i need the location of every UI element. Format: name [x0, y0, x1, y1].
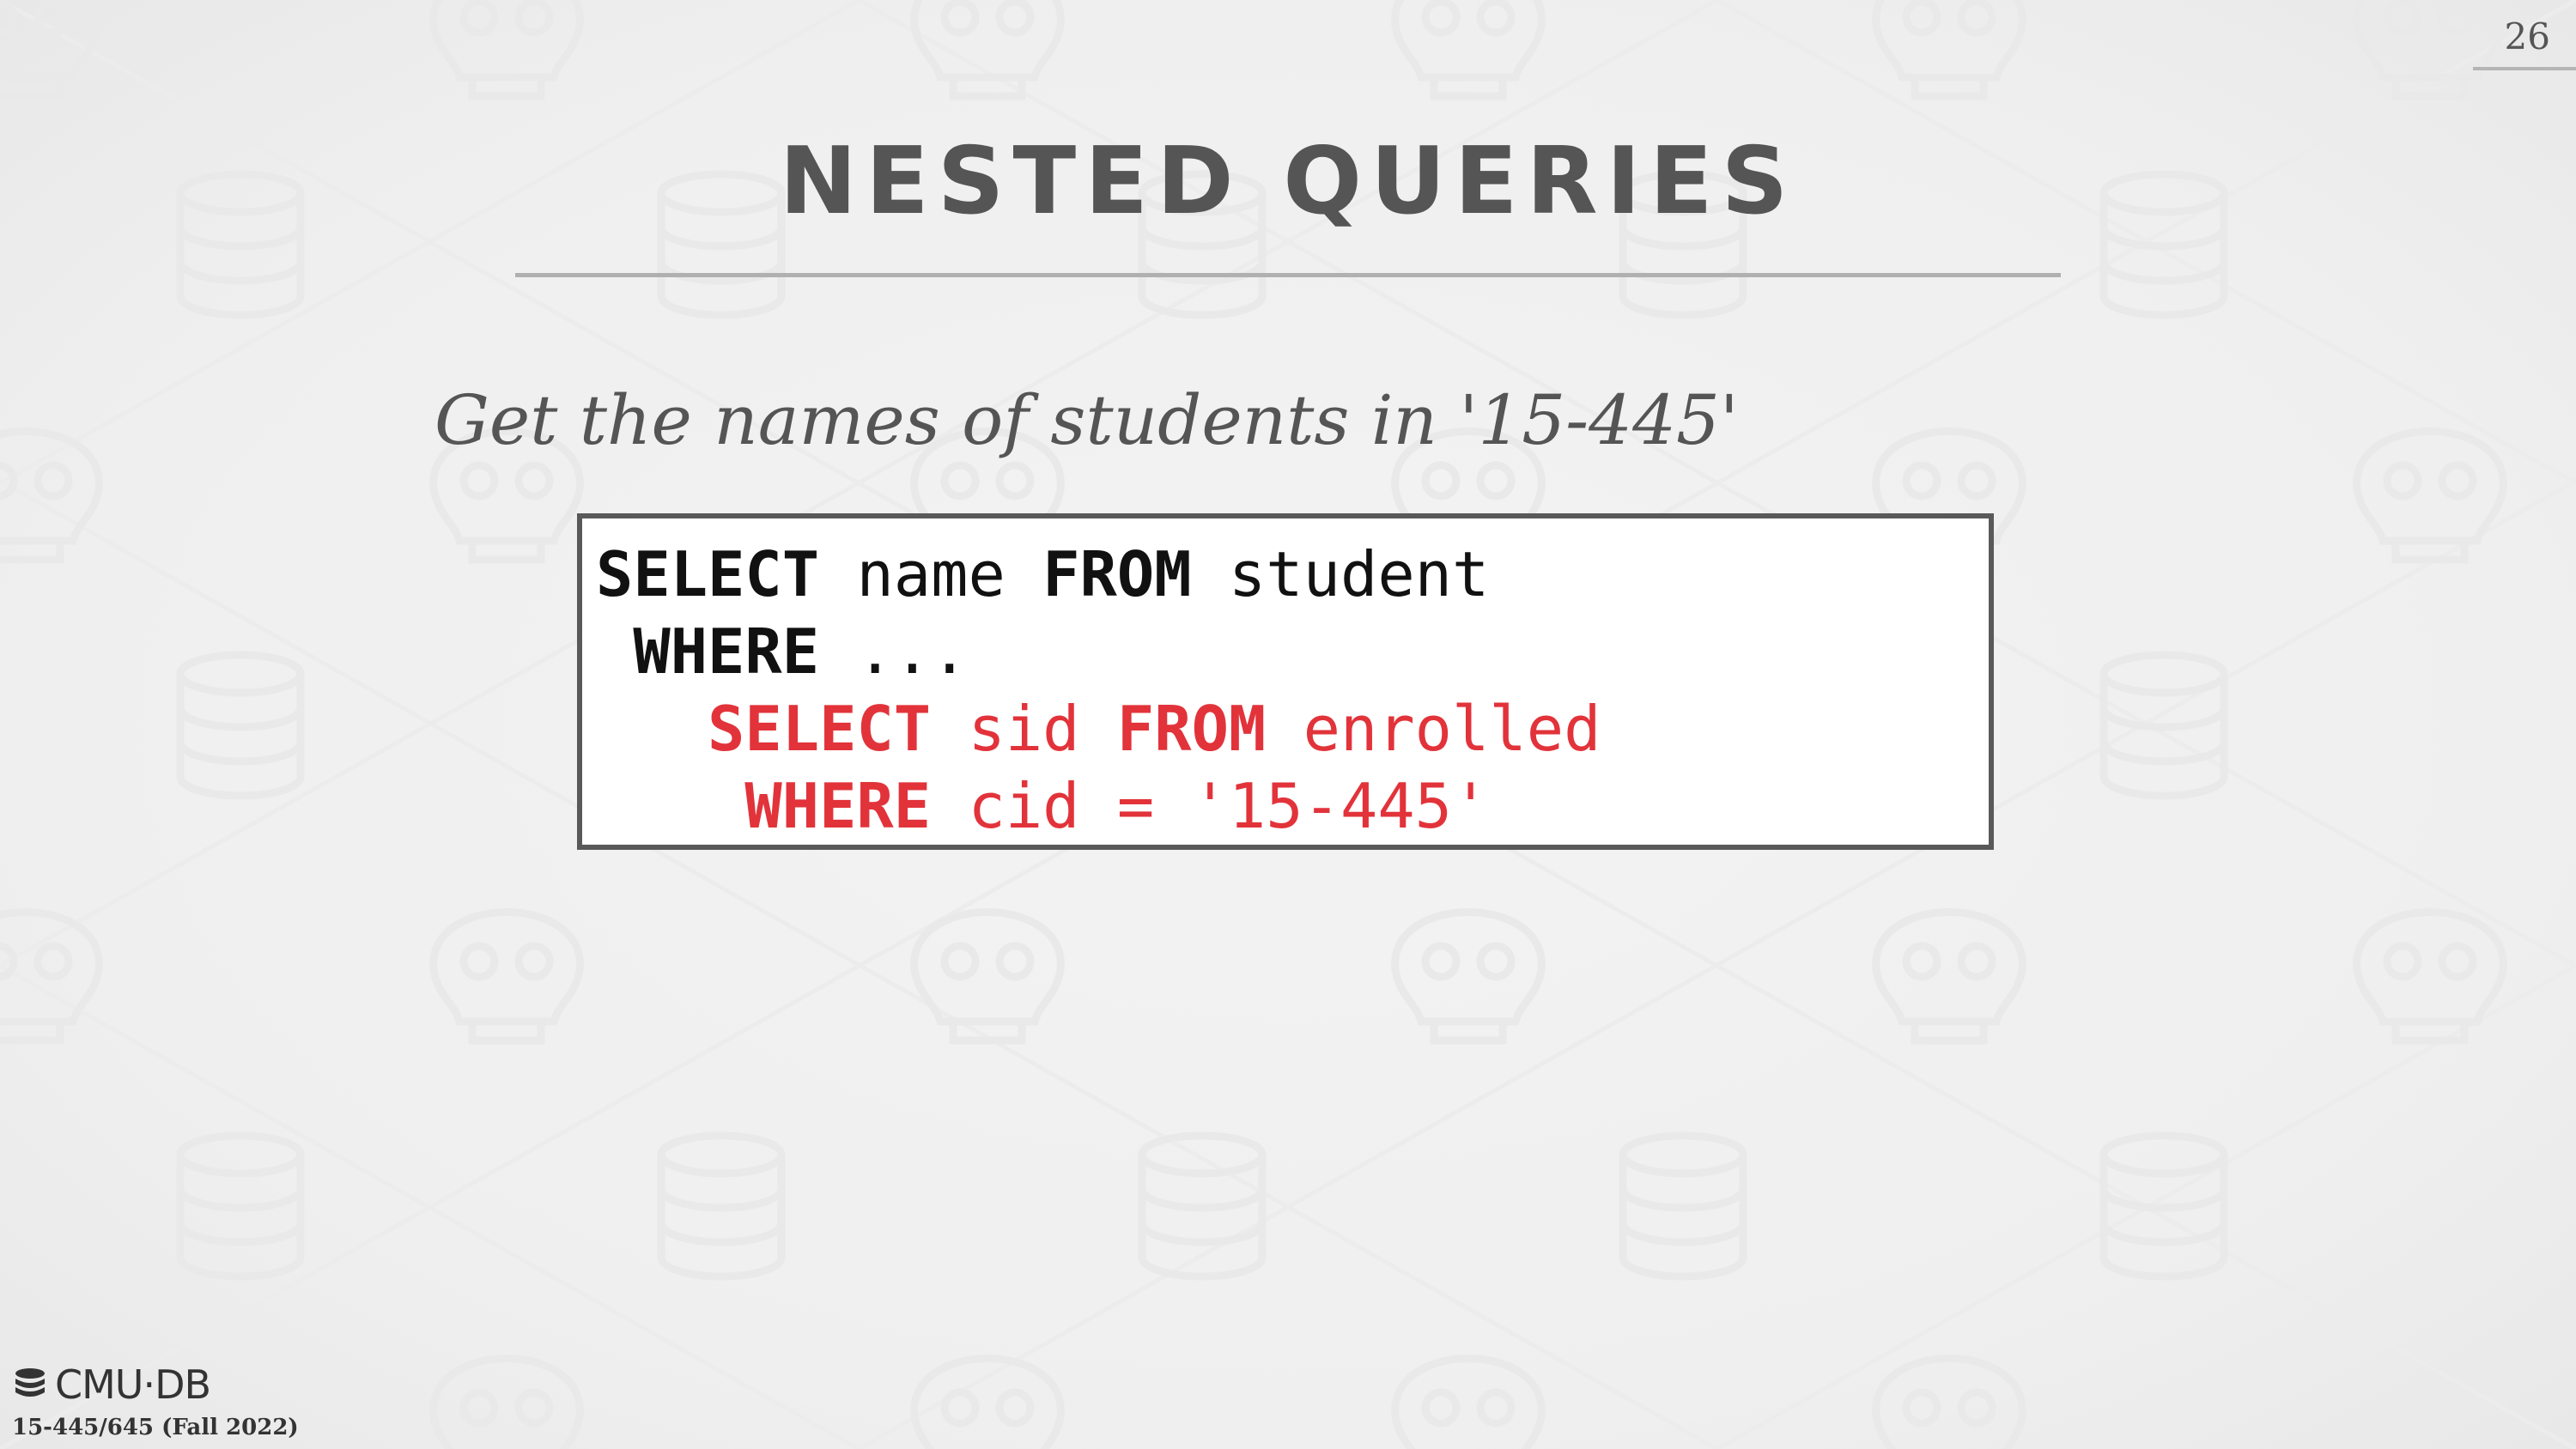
sql-keyword: FROM — [1042, 538, 1192, 610]
sql-text: sid — [931, 693, 1117, 765]
sql-text: enrolled — [1266, 693, 1601, 765]
sql-keyword: WHERE — [633, 615, 820, 688]
sql-keyword: FROM — [1116, 693, 1267, 765]
slide-title: NESTED QUERIES — [779, 128, 1797, 235]
cmu-db-logo: CMU·DB — [12, 1361, 211, 1408]
slide: 26 NESTED QUERIES Get the names of stude… — [0, 0, 2576, 1449]
code-line: WHERE ... — [596, 613, 1989, 690]
sql-text: name — [819, 538, 1043, 610]
sql-keyword: SELECT — [708, 693, 932, 765]
code-line-highlighted: WHERE cid = '15-445' — [596, 767, 1989, 845]
page-number-rule — [2473, 67, 2576, 70]
sql-text: student — [1191, 538, 1490, 610]
page-number: 26 — [2504, 15, 2550, 58]
sql-text: ... — [819, 615, 969, 688]
sql-keyword: SELECT — [596, 538, 820, 610]
slide-subtitle: Get the names of students in '15-445' — [434, 380, 1739, 460]
sql-text: cid = '15-445' — [931, 770, 1490, 842]
logo-text: CMU·DB — [55, 1361, 211, 1408]
sql-code-block: SELECT name FROM student WHERE ... SELEC… — [577, 513, 1994, 850]
course-label: 15-445/645 (Fall 2022) — [12, 1415, 299, 1440]
database-stack-icon — [15, 1368, 45, 1397]
sql-keyword: WHERE — [744, 770, 932, 842]
title-divider — [515, 273, 2061, 277]
code-line: SELECT name FROM student — [596, 536, 1989, 613]
code-line-highlighted: SELECT sid FROM enrolled — [596, 690, 1989, 767]
